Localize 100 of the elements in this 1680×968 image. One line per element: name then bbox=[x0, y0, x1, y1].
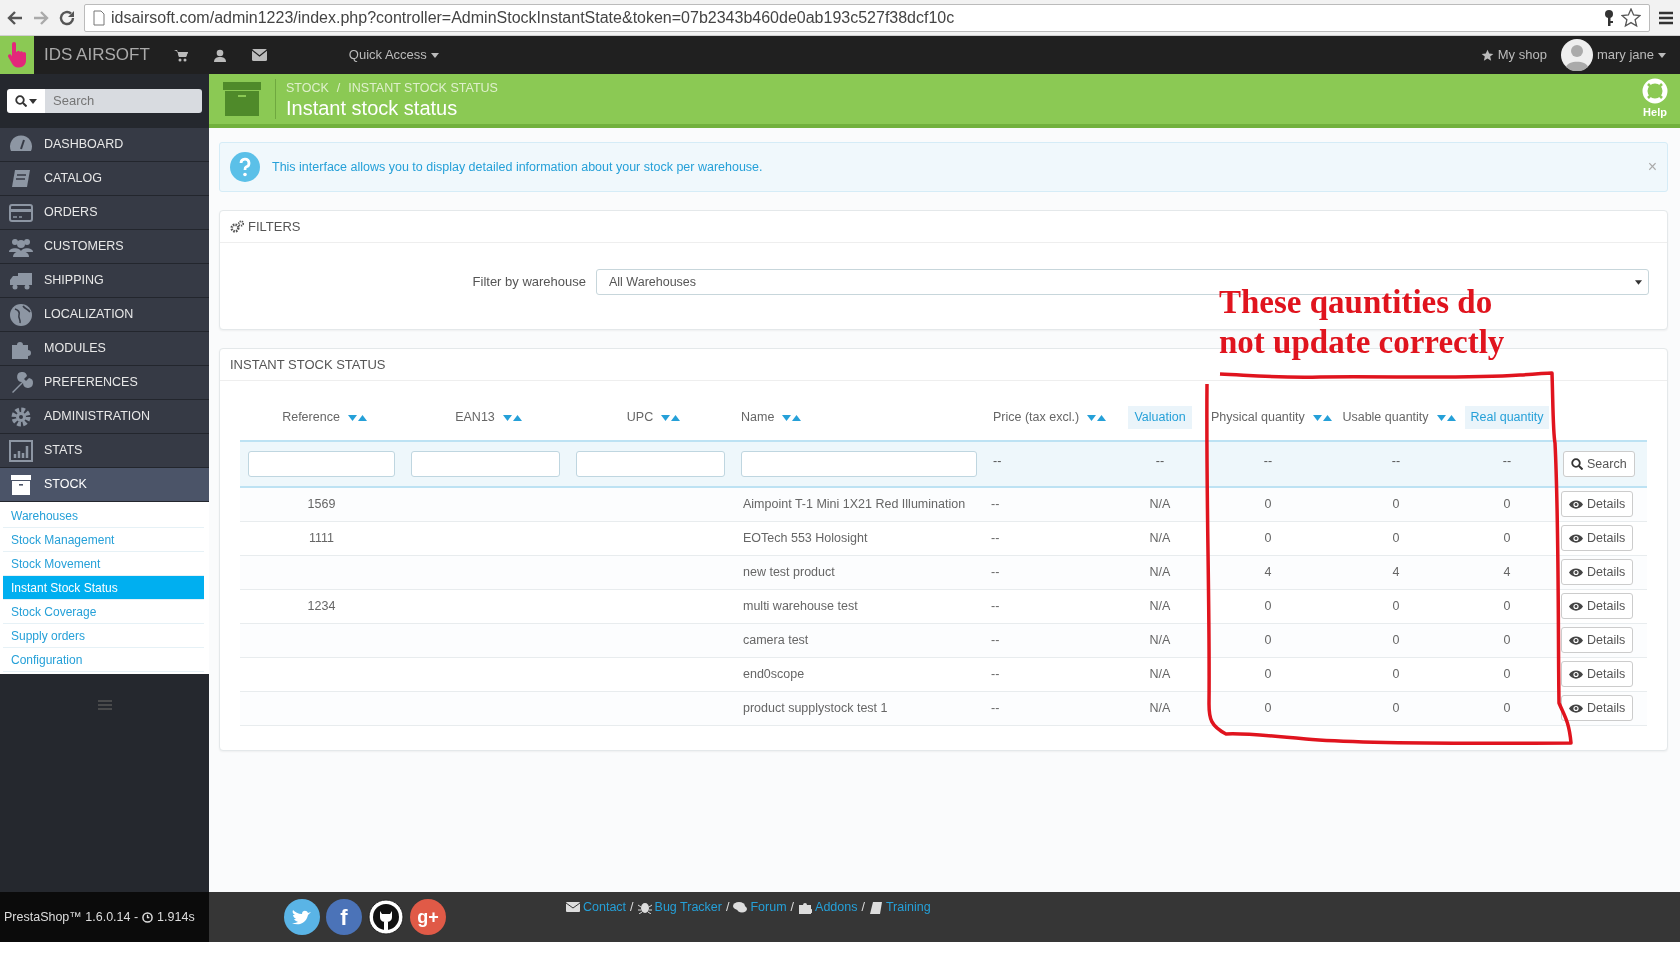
details-button[interactable]: Details bbox=[1561, 627, 1634, 653]
details-button[interactable]: Details bbox=[1561, 525, 1634, 551]
key-icon[interactable] bbox=[1603, 8, 1615, 27]
details-button[interactable]: Details bbox=[1561, 695, 1634, 721]
column-header[interactable]: EAN13 bbox=[449, 406, 501, 429]
link-separator: / bbox=[790, 899, 795, 916]
filter-cell: -- bbox=[1333, 441, 1459, 487]
cart-icon[interactable] bbox=[173, 48, 188, 62]
facebook-icon[interactable]: f bbox=[326, 899, 362, 935]
column-header[interactable]: UPC bbox=[620, 406, 660, 429]
details-button[interactable]: Details bbox=[1561, 559, 1634, 585]
table-cell: 1234 bbox=[307, 598, 336, 613]
sort-desc-icon[interactable] bbox=[1312, 414, 1322, 421]
table-cell: N/A bbox=[1149, 598, 1171, 613]
sort-asc-icon[interactable] bbox=[1097, 414, 1107, 421]
table-cell: 0 bbox=[1264, 632, 1272, 647]
column-header[interactable]: Usable quantity bbox=[1336, 406, 1435, 429]
bird-icon[interactable] bbox=[284, 899, 320, 935]
table-cell: 0 bbox=[1392, 530, 1400, 545]
column-header[interactable]: Reference bbox=[276, 406, 346, 429]
back-icon[interactable] bbox=[6, 8, 24, 27]
sidebar-item[interactable]: CATALOG bbox=[0, 162, 209, 196]
search-field[interactable]: Search bbox=[45, 89, 202, 113]
sort-desc-icon[interactable] bbox=[502, 414, 512, 421]
table-cell: -- bbox=[991, 598, 1000, 613]
user-menu[interactable]: mary jane bbox=[1560, 39, 1666, 71]
search-button[interactable]: Search bbox=[1563, 451, 1635, 477]
filter-cell: -- bbox=[1459, 441, 1555, 487]
sort-desc-icon[interactable] bbox=[1436, 414, 1446, 421]
column-header: Real quantity bbox=[1464, 406, 1550, 429]
details-button[interactable]: Details bbox=[1561, 593, 1634, 619]
lifebuoy-icon bbox=[1642, 77, 1668, 104]
shop-name[interactable]: IDS AIRSOFT bbox=[44, 42, 150, 68]
footer-link[interactable]: Bug Tracker bbox=[637, 898, 722, 917]
google-plus-icon[interactable]: g+ bbox=[410, 899, 446, 935]
sidebar-item[interactable]: SHIPPING bbox=[0, 264, 209, 298]
sort-desc-icon[interactable] bbox=[661, 414, 671, 421]
filter-field[interactable] bbox=[248, 451, 395, 477]
search-icon bbox=[1571, 458, 1583, 470]
details-button[interactable]: Details bbox=[1561, 661, 1634, 687]
sidebar-item[interactable]: ORDERS bbox=[0, 196, 209, 230]
address-bar[interactable]: idsairsoft.com/admin1223/index.php?controller=AdminStockInstantState&token=07b2343b460de0ab193c527f38dcf10c bbox=[84, 3, 1650, 32]
logo[interactable] bbox=[0, 36, 34, 74]
table-cell: EOTech 553 Holosight bbox=[743, 530, 868, 545]
filter-field[interactable] bbox=[411, 451, 560, 477]
sort-desc-icon[interactable] bbox=[782, 414, 792, 421]
sidebar-item[interactable]: CUSTOMERS bbox=[0, 230, 209, 264]
caret-icon bbox=[1658, 52, 1666, 58]
table-cell: 0 bbox=[1503, 530, 1511, 545]
table-cell: -- bbox=[991, 666, 1000, 681]
sidebar-item[interactable]: STATS bbox=[0, 434, 209, 468]
star-icon[interactable] bbox=[1621, 7, 1641, 28]
cat-icon[interactable] bbox=[368, 899, 404, 935]
footer-link[interactable]: Forum bbox=[733, 898, 787, 917]
sort-asc-icon[interactable] bbox=[357, 414, 367, 421]
sidebar-item[interactable]: LOCALIZATION bbox=[0, 298, 209, 332]
version-text: PrestaShop™ 1.6.0.14 - bbox=[4, 908, 139, 926]
sidebar-item[interactable]: STOCK bbox=[0, 468, 209, 502]
column-header[interactable]: Name bbox=[735, 406, 781, 429]
sidebar-item[interactable]: DASHBOARD bbox=[0, 128, 209, 162]
table-cell: -- bbox=[991, 632, 1000, 647]
table-cell: multi warehouse test bbox=[743, 598, 858, 613]
chat-icon bbox=[733, 900, 748, 914]
filter-field[interactable] bbox=[741, 451, 977, 477]
my-shop-link[interactable]: My shop bbox=[1480, 45, 1547, 65]
hand-icon bbox=[6, 42, 28, 68]
search-menu-button[interactable] bbox=[7, 89, 45, 113]
mail-icon[interactable] bbox=[251, 49, 267, 61]
menu-icon[interactable] bbox=[1658, 9, 1674, 26]
reload-icon[interactable] bbox=[58, 8, 76, 27]
table-cell: 0 bbox=[1392, 632, 1400, 647]
column-header[interactable]: Price (tax excl.) bbox=[987, 406, 1086, 429]
collapse-menu-icon[interactable] bbox=[97, 700, 112, 710]
sort-asc-icon[interactable] bbox=[792, 414, 802, 421]
footer-link[interactable]: Contact bbox=[566, 898, 627, 917]
sort-asc-icon[interactable] bbox=[1446, 414, 1456, 421]
footer-link[interactable]: Training bbox=[868, 898, 931, 917]
sort-desc-icon[interactable] bbox=[1087, 414, 1097, 421]
table-cell: 0 bbox=[1392, 598, 1400, 613]
eye-icon bbox=[1569, 635, 1583, 645]
table-cell: 0 bbox=[1392, 496, 1400, 511]
sort-asc-icon[interactable] bbox=[1322, 414, 1332, 421]
sidebar-item[interactable]: MODULES bbox=[0, 332, 209, 366]
filter-field[interactable] bbox=[576, 451, 725, 477]
user-icon[interactable] bbox=[213, 48, 226, 62]
quick-access-menu[interactable]: Quick Access bbox=[348, 45, 439, 65]
sort-asc-icon[interactable] bbox=[512, 414, 522, 421]
load-time: 1.914s bbox=[157, 908, 195, 926]
url-text: idsairsoft.com/admin1223/index.php?controller=AdminStockInstantState&token=07b2343b460de0ab193c527f38dcf10c bbox=[111, 7, 956, 28]
sidebar-item[interactable]: ADMINISTRATION bbox=[0, 400, 209, 434]
details-button[interactable]: Details bbox=[1561, 491, 1634, 518]
sort-asc-icon[interactable] bbox=[671, 414, 681, 421]
table-cell: -- bbox=[991, 700, 1000, 715]
puzzle-icon bbox=[798, 900, 813, 914]
panel-title: INSTANT STOCK STATUS bbox=[230, 355, 386, 374]
sidebar-item[interactable]: PREFERENCES bbox=[0, 366, 209, 400]
column-header[interactable]: Physical quantity bbox=[1205, 406, 1311, 429]
forward-icon[interactable] bbox=[32, 8, 50, 27]
footer-link[interactable]: Addons bbox=[798, 898, 858, 917]
sort-desc-icon[interactable] bbox=[347, 414, 357, 421]
